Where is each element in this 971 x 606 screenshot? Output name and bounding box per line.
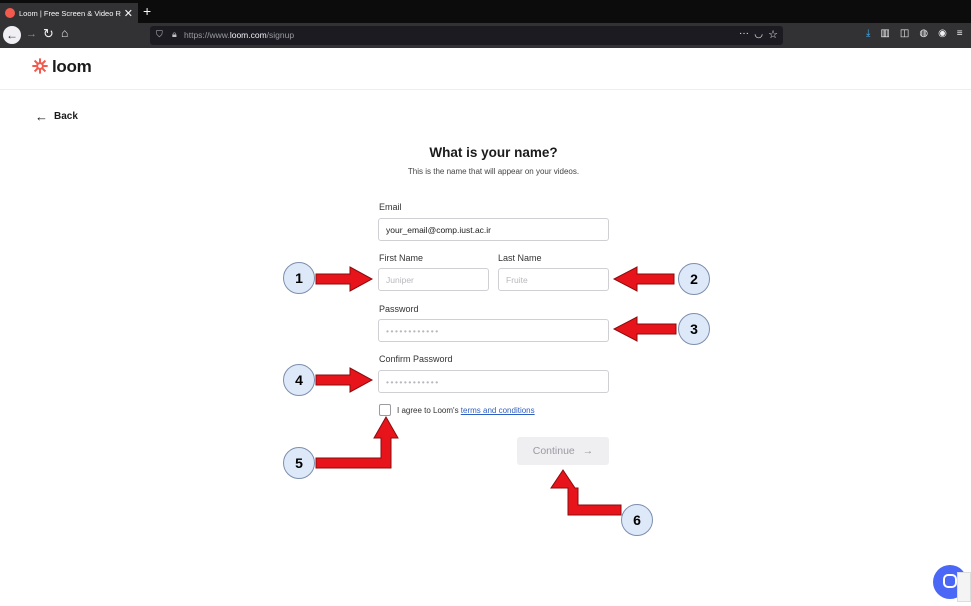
arrow-3 [612, 316, 677, 342]
arrow-5 [315, 415, 399, 469]
annotation-marker-4: 4 [283, 364, 315, 396]
annotation-marker-1: 1 [283, 262, 315, 294]
annotation-marker-2: 2 [678, 263, 710, 295]
recaptcha-badge[interactable] [957, 572, 971, 602]
screen: Loom | Free Screen & Video Re ✕ + ← → ↻ … [0, 0, 971, 606]
arrow-2 [612, 266, 675, 292]
arrow-4 [315, 367, 374, 393]
arrow-6 [550, 469, 622, 516]
chat-icon [943, 574, 957, 588]
annotation-marker-3: 3 [678, 313, 710, 345]
arrow-1 [315, 266, 374, 292]
annotation-marker-5: 5 [283, 447, 315, 479]
annotation-arrows [315, 266, 677, 516]
annotation-marker-6: 6 [621, 504, 653, 536]
